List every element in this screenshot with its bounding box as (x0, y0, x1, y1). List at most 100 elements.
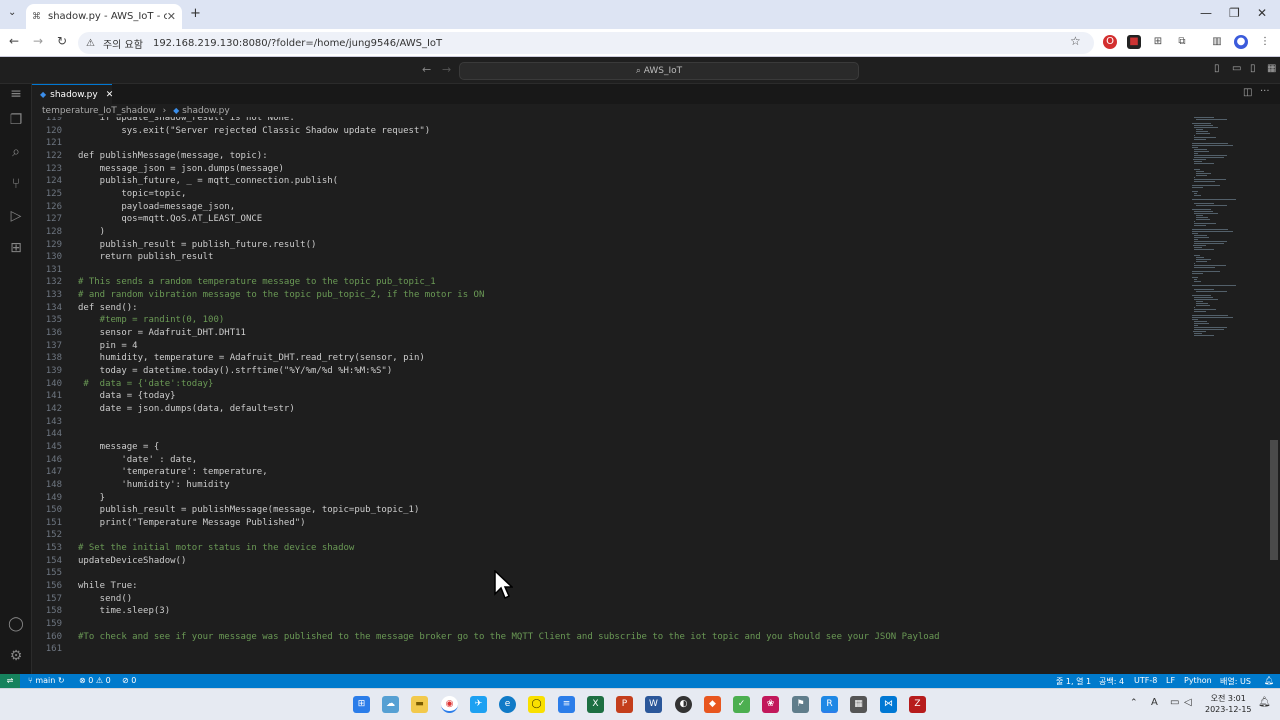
code-line[interactable]: publish_result = publishMessage(message,… (78, 505, 420, 515)
code-line[interactable]: #To check and see if your message was pu… (78, 632, 940, 642)
code-line[interactable]: if update_shadow_result is not None: (78, 117, 295, 123)
more-actions-icon[interactable]: ··· (1260, 86, 1270, 97)
language-mode[interactable]: Python (1184, 676, 1212, 685)
account-icon[interactable]: ◯ (6, 614, 26, 634)
puzzle-icon[interactable]: ⧉ (1175, 35, 1189, 49)
toggle-secondary-sidebar-icon[interactable]: ▯ (1250, 63, 1256, 74)
remote-indicator[interactable]: ⇌ (0, 674, 20, 688)
kakaotalk-icon[interactable]: ◯ (528, 696, 545, 713)
forward-icon[interactable]: → (33, 34, 43, 48)
code-line[interactable]: # This sends a random temperature messag… (78, 277, 436, 287)
extension-icon[interactable]: ⊞ (1151, 35, 1165, 49)
code-line[interactable]: sys.exit("Server rejected Classic Shadow… (78, 126, 430, 136)
code-line[interactable]: 'date' : date, (78, 455, 197, 465)
cursor-position[interactable]: 줄 1, 열 1 (1056, 676, 1091, 687)
code-line[interactable]: 'humidity': humidity (78, 480, 229, 490)
encoding-status[interactable]: UTF-8 (1134, 676, 1157, 685)
problems-status[interactable]: ⊗ 0 ⚠ 0 (79, 676, 111, 685)
branch-status[interactable]: ⑂ main ↻ (28, 676, 65, 685)
source-control-icon[interactable]: ⑂ (6, 174, 26, 194)
code-line[interactable]: def send(): (78, 303, 138, 313)
app-icon[interactable]: ✓ (733, 696, 750, 713)
profile-avatar[interactable]: ● (1234, 35, 1248, 49)
nav-back-icon[interactable]: ← (422, 63, 431, 76)
widgets-icon[interactable]: ☁ (382, 696, 399, 713)
settings-gear-icon[interactable]: ⚙ (6, 646, 26, 666)
code-line[interactable]: sensor = Adafruit_DHT.DHT11 (78, 328, 246, 338)
filezilla-icon[interactable]: Z (909, 696, 926, 713)
bookmark-star-icon[interactable]: ☆ (1070, 34, 1081, 48)
command-center[interactable]: ⌕ AWS_IoT (459, 62, 859, 80)
code-line[interactable]: updateDeviceShadow() (78, 556, 186, 566)
code-line[interactable]: time.sleep(3) (78, 606, 170, 616)
code-line[interactable]: date = json.dumps(data, default=str) (78, 404, 295, 414)
breadcrumb-folder[interactable]: temperature_IoT_shadow (42, 106, 156, 116)
extensions-icon[interactable]: ⊞ (6, 238, 26, 258)
code-line[interactable]: # and random vibration message to the to… (78, 290, 484, 300)
chrome-icon[interactable]: ◉ (441, 696, 458, 713)
code-line[interactable]: data = {today} (78, 391, 176, 401)
menu-icon[interactable]: ≡ (6, 84, 26, 104)
toggle-sidebar-icon[interactable]: ▯ (1214, 63, 1220, 74)
code-line[interactable]: ) (78, 227, 105, 237)
code-line[interactable]: 'temperature': temperature, (78, 467, 267, 477)
explorer-icon[interactable]: ❐ (6, 110, 26, 130)
code-line[interactable]: message = { (78, 442, 160, 452)
notepad-icon[interactable]: ≡ (558, 696, 575, 713)
breadcrumb-file[interactable]: shadow.py (182, 106, 230, 116)
notification-icon[interactable]: 🔔︎ (1258, 697, 1271, 708)
tab-shadow-py[interactable]: ◆ shadow.py ✕ (32, 84, 114, 104)
twitter-icon[interactable]: ✈ (470, 696, 487, 713)
layout-icon[interactable]: ▦ (1267, 63, 1276, 74)
code-line[interactable]: payload=message_json, (78, 202, 235, 212)
code-line[interactable]: #temp = randint(0, 100) (78, 315, 225, 325)
code-line[interactable]: message_json = json.dumps(message) (78, 164, 284, 174)
code-line[interactable]: today = datetime.today().strftime("%Y/%m… (78, 366, 393, 376)
edge-icon[interactable]: e (499, 696, 516, 713)
tab-list-icon[interactable]: ⌄ (8, 7, 16, 18)
powerpoint-icon[interactable]: P (616, 696, 633, 713)
system-clock[interactable]: 오전 3:01 2023-12-15 (1205, 693, 1252, 715)
chevron-up-icon[interactable]: ⌃ (1130, 698, 1138, 708)
indentation-status[interactable]: 공백: 4 (1099, 676, 1124, 687)
code-line[interactable]: qos=mqtt.QoS.AT_LEAST_ONCE (78, 214, 262, 224)
maximize-icon[interactable]: ❐ (1229, 6, 1240, 20)
file-explorer-icon[interactable]: ▬ (411, 696, 428, 713)
code-line[interactable]: # data = {'date':today} (78, 379, 213, 389)
url-bar[interactable]: ⚠ 주의 요함 192.168.219.130:8080/?folder=/ho… (78, 32, 1094, 54)
toggle-panel-icon[interactable]: ▭ (1232, 63, 1241, 74)
reload-icon[interactable]: ↻ (57, 34, 67, 48)
code-line[interactable]: humidity, temperature = Adafruit_DHT.rea… (78, 353, 425, 363)
code-line[interactable]: send() (78, 594, 133, 604)
app-icon[interactable]: ▦ (850, 696, 867, 713)
code-editor[interactable]: 119 if update_shadow_result is not None:… (32, 117, 1192, 673)
code-line[interactable]: # Set the initial motor status in the de… (78, 543, 354, 553)
volume-icon[interactable]: ◁ (1184, 697, 1192, 708)
run-debug-icon[interactable]: ▷ (6, 206, 26, 226)
opera-extension-icon[interactable]: O (1103, 35, 1117, 49)
more-menu-icon[interactable]: ⋮ (1258, 35, 1272, 49)
raspberry-pi-icon[interactable]: ❀ (762, 696, 779, 713)
code-line[interactable]: def publishMessage(message, topic): (78, 151, 268, 161)
back-icon[interactable]: ← (9, 34, 19, 48)
word-icon[interactable]: W (645, 696, 662, 713)
code-line[interactable]: } (78, 493, 105, 503)
github-icon[interactable]: ◐ (675, 696, 692, 713)
minimap[interactable] (1192, 117, 1268, 347)
editor-scrollbar[interactable] (1270, 440, 1278, 560)
sidepanel-icon[interactable]: ▥ (1210, 35, 1224, 49)
vscode-icon[interactable]: ⋈ (880, 696, 897, 713)
code-line[interactable]: return publish_result (78, 252, 214, 262)
excel-icon[interactable]: X (587, 696, 604, 713)
minimize-icon[interactable]: — (1200, 6, 1212, 20)
close-icon[interactable]: ✕ (106, 90, 114, 100)
nav-forward-icon[interactable]: → (442, 63, 451, 76)
extension-icon[interactable]: ■ (1127, 35, 1141, 49)
code-line[interactable]: publish_future, _ = mqtt_connection.publ… (78, 176, 338, 186)
app-icon[interactable]: ⚑ (792, 696, 809, 713)
new-tab-icon[interactable]: + (190, 6, 201, 21)
remote-desktop-icon[interactable]: R (821, 696, 838, 713)
code-line[interactable]: pin = 4 (78, 341, 138, 351)
search-icon[interactable]: ⌕ (6, 142, 26, 162)
code-line[interactable]: publish_result = publish_future.result() (78, 240, 317, 250)
